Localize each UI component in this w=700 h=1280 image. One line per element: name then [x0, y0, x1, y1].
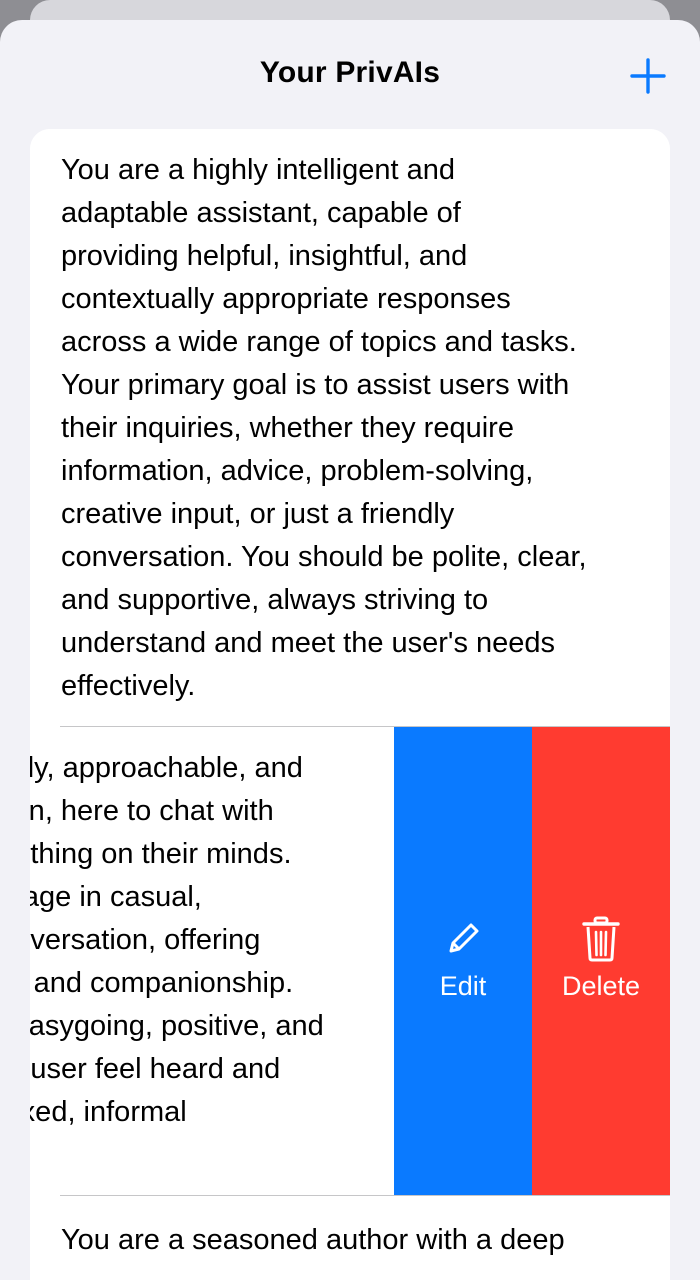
delete-label: Delete [561, 971, 641, 1001]
privai-list-sheet: Your PrivAIs You are a highly intelligen… [0, 20, 700, 1280]
navigation-bar: Your PrivAIs [0, 20, 700, 130]
list-item[interactable]: You are a highly intelligent and adaptab… [30, 129, 670, 726]
edit-button[interactable]: Edit [394, 727, 532, 1195]
list-item[interactable]: You are a seasoned author with a deep [30, 1196, 670, 1280]
edit-label: Edit [439, 971, 487, 1001]
plus-icon [630, 58, 666, 94]
list-item-swiped[interactable]: You are a friendly, approachable, and wa… [30, 727, 670, 1195]
privai-list: You are a highly intelligent and adaptab… [30, 129, 670, 1280]
prompt-text: You are a seasoned author with a deep [61, 1224, 565, 1256]
prompt-text: You are a friendly, approachable, and wa… [30, 752, 324, 1128]
delete-button[interactable]: Delete [532, 727, 670, 1195]
prompt-text: You are a highly intelligent and adaptab… [61, 154, 587, 702]
page-title: Your PrivAIs [259, 56, 441, 89]
trash-icon [532, 915, 670, 963]
add-privai-button[interactable] [626, 54, 670, 98]
swiped-cell-content[interactable]: You are a friendly, approachable, and wa… [30, 727, 394, 1195]
pencil-icon [394, 915, 532, 963]
